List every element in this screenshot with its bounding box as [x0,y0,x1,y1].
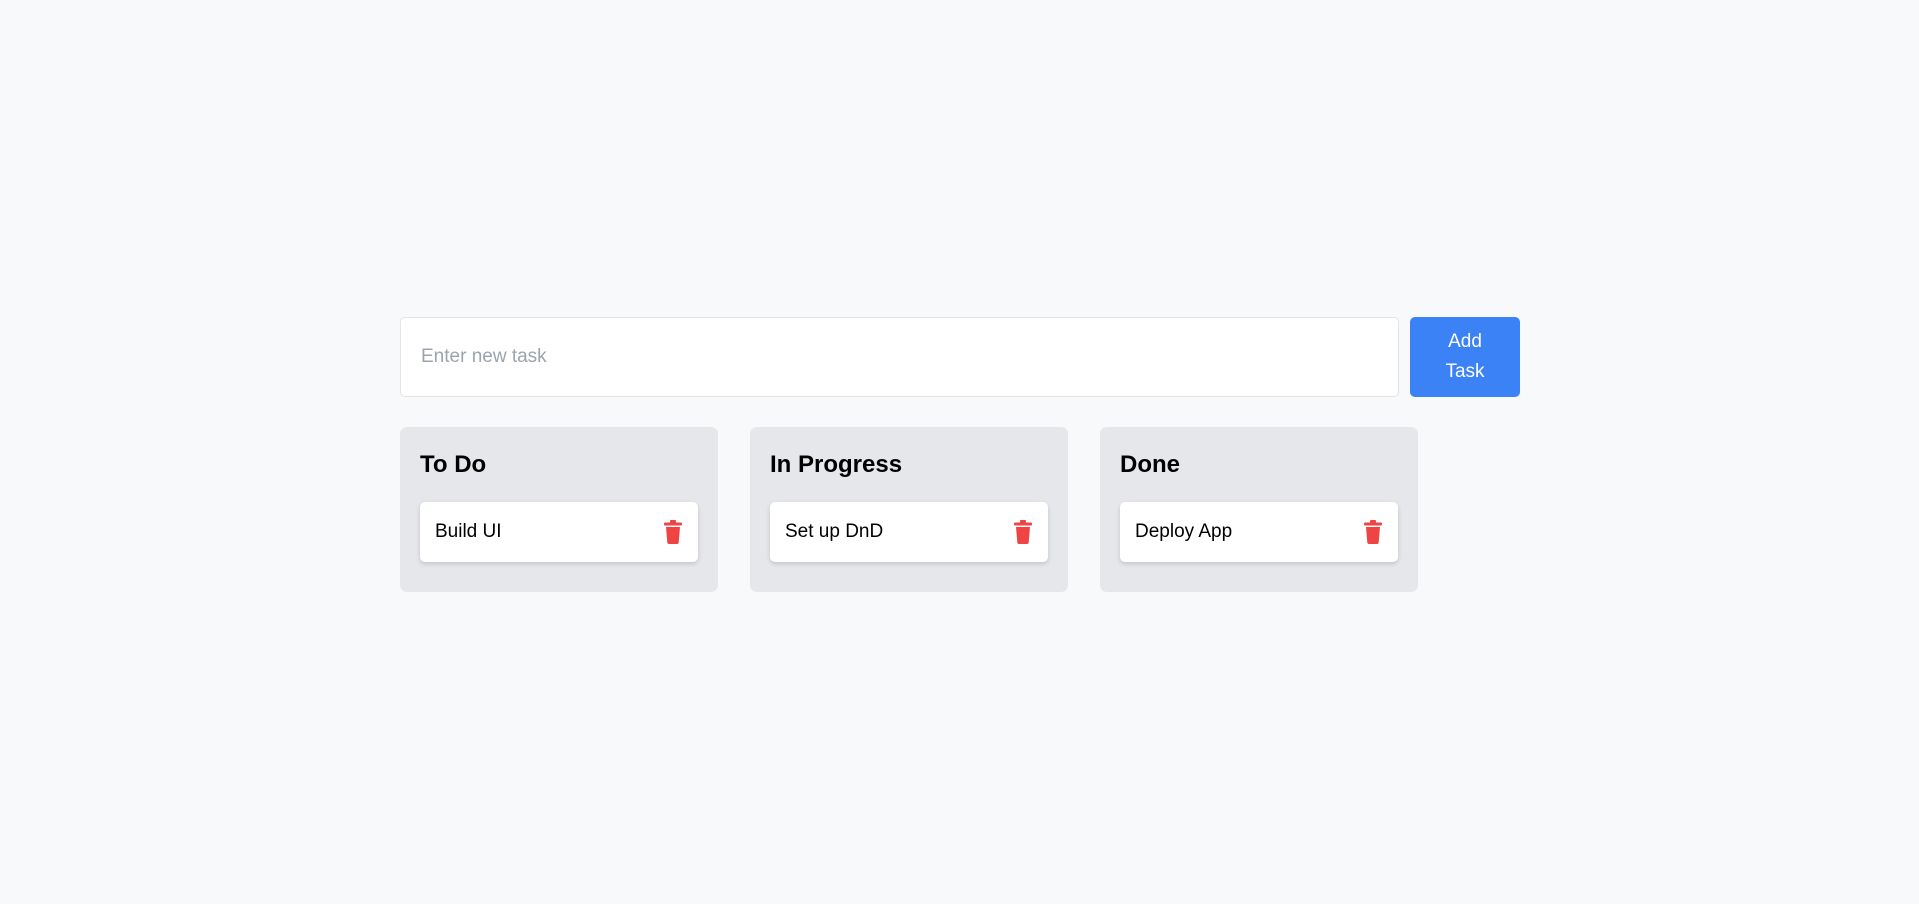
task-text: Deploy App [1135,521,1233,542]
task-card[interactable]: Set up DnD [770,502,1048,562]
add-task-button[interactable]: Add Task [1410,317,1520,397]
add-task-form: Add Task [400,317,1520,397]
task-text: Set up DnD [785,521,884,542]
column-title: To Do [420,451,487,478]
column-done: Done Deploy App [1100,427,1418,592]
kanban-app: Add Task To Do Build UI In Progress Set … [400,317,1520,592]
board: To Do Build UI In Progress Set up DnD Do… [400,427,1520,592]
new-task-input[interactable] [400,317,1399,397]
column-in-progress: In Progress Set up DnD [750,427,1068,592]
trash-icon[interactable] [663,520,683,544]
column-title: In Progress [770,451,903,478]
task-text: Build UI [435,521,502,542]
task-card[interactable]: Deploy App [1120,502,1398,562]
task-card[interactable]: Build UI [420,502,698,562]
column-to-do: To Do Build UI [400,427,718,592]
column-title: Done [1120,451,1180,478]
trash-icon[interactable] [1363,520,1383,544]
trash-icon[interactable] [1013,520,1033,544]
